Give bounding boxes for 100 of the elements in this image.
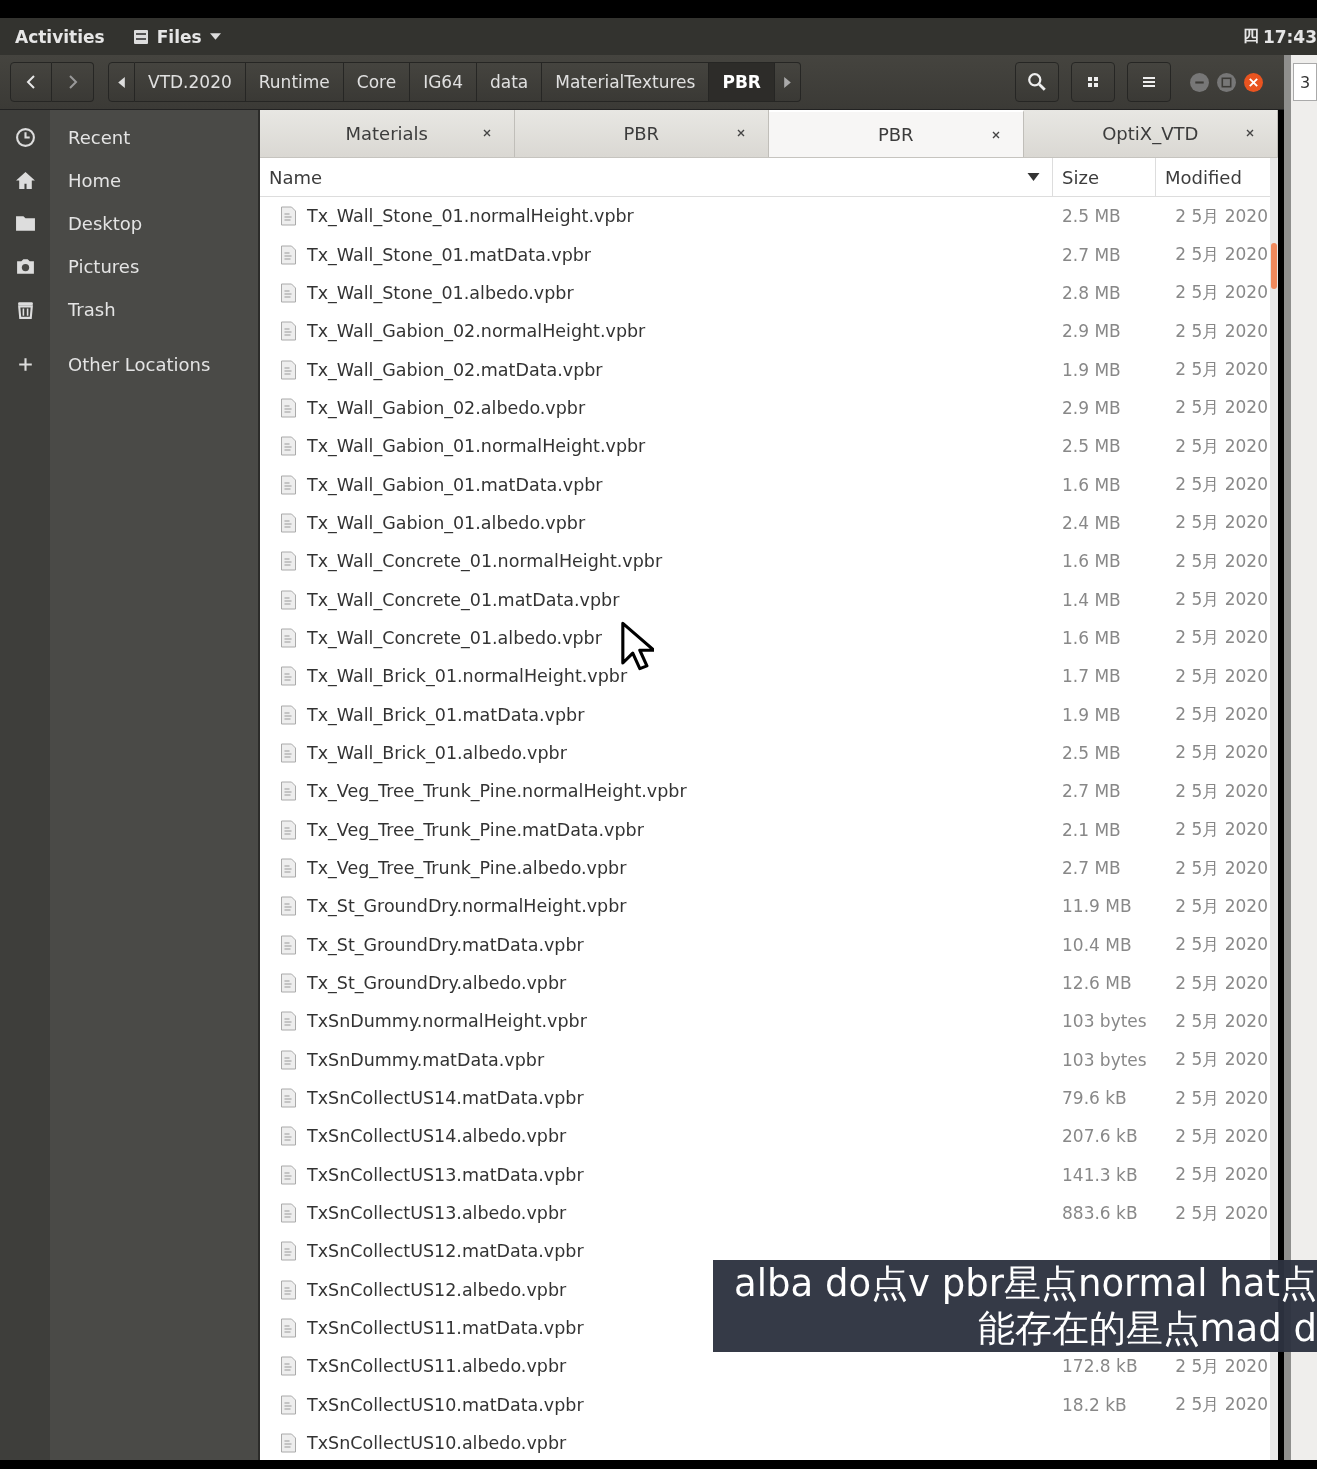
file-name[interactable]: Tx_St_GroundDry.normalHeight.vpbr [307,896,627,917]
file-size: 2.9 MB [1062,321,1121,342]
path-scroll-right-button[interactable] [774,62,801,102]
file-size: 2.9 MB [1062,397,1121,418]
file-size: 2.7 MB [1062,858,1121,878]
file-name[interactable]: Tx_Wall_Brick_01.normalHeight.vpbr [307,666,628,687]
file-size: 1.9 MB [1062,359,1121,380]
sidebar-item[interactable]: Desktop [0,202,258,245]
file-name[interactable]: Tx_Wall_Stone_01.normalHeight.vpbr [307,206,634,227]
sort-arrow-icon [1027,173,1040,181]
file-name[interactable]: Tx_Wall_Brick_01.matData.vpbr [307,704,585,725]
file-name[interactable]: Tx_Veg_Tree_Trunk_Pine.normalHeight.vpbr [307,781,687,802]
file-name[interactable]: Tx_Wall_Concrete_01.matData.vpbr [307,589,620,610]
tab[interactable]: PBR [769,110,1024,157]
file-name[interactable]: TxSnCollectUS12.matData.vpbr [307,1241,584,1262]
back-button[interactable] [10,62,52,102]
file-name[interactable]: Tx_Veg_Tree_Trunk_Pine.albedo.vpbr [307,858,627,878]
tab[interactable]: PBR [514,110,769,157]
file-size: 10.4 MB [1062,934,1132,955]
tab[interactable]: OptiX_VTD [1023,110,1278,157]
file-name[interactable]: Tx_Wall_Brick_01.albedo.vpbr [307,743,567,763]
file-name[interactable]: TxSnCollectUS13.matData.vpbr [307,1164,584,1185]
file-name[interactable]: TxSnCollectUS14.matData.vpbr [307,1088,584,1109]
file-modified-date: 2 5月 2020 [1175,205,1268,226]
close-button[interactable] [1243,71,1264,93]
view-toggle-button[interactable] [1071,62,1115,102]
file-name[interactable]: Tx_Wall_Stone_01.matData.vpbr [307,244,592,265]
file-name[interactable]: Tx_Wall_Gabion_01.matData.vpbr [307,474,603,495]
file-name[interactable]: TxSnCollectUS10.albedo.vpbr [307,1433,567,1454]
file-icon [280,1433,297,1454]
clock[interactable]: 17:43 [1262,26,1317,47]
file-name[interactable]: Tx_Veg_Tree_Trunk_Pine.matData.vpbr [307,819,644,840]
file-size: 1.6 MB [1062,627,1121,648]
name-column-header[interactable]: Name [260,158,1053,196]
file-icon [280,934,297,955]
camera-icon [14,256,36,277]
workspace-label[interactable]: 3 [1293,63,1317,101]
path-scroll-left-button[interactable] [108,62,135,102]
menu-button[interactable] [1127,62,1171,102]
activities-button[interactable]: Activities [15,26,105,47]
sidebar-item[interactable]: Pictures [0,245,258,288]
close-tab-icon[interactable] [990,130,1001,140]
file-name[interactable]: Tx_St_GroundDry.matData.vpbr [307,934,584,955]
path-crumb[interactable]: data [477,62,543,102]
file-name[interactable]: TxSnDummy.matData.vpbr [307,1049,545,1070]
file-name[interactable]: TxSnCollectUS13.albedo.vpbr [307,1203,567,1224]
file-icon [280,781,297,802]
search-button[interactable] [1015,62,1059,102]
sidebar-item[interactable]: Home [0,159,258,202]
file-modified-date: 2 5月 2020 [1175,1125,1268,1146]
file-name[interactable]: TxSnCollectUS11.matData.vpbr [307,1318,584,1339]
file-name[interactable]: Tx_Wall_Concrete_01.albedo.vpbr [307,627,602,648]
sidebar-item[interactable]: Trash [0,288,258,331]
file-name[interactable]: TxSnCollectUS12.albedo.vpbr [307,1279,567,1300]
file-size: 18.2 kB [1062,1394,1127,1415]
file-icon [280,743,297,763]
file-name[interactable]: Tx_Wall_Gabion_01.albedo.vpbr [307,512,586,533]
file-name[interactable]: Tx_Wall_Gabion_01.normalHeight.vpbr [307,436,646,457]
path-crumb[interactable]: Runtime [245,62,344,102]
file-name[interactable]: TxSnCollectUS11.albedo.vpbr [307,1356,567,1377]
path-crumb[interactable]: IG64 [410,62,477,102]
file-name[interactable]: TxSnCollectUS14.albedo.vpbr [307,1126,567,1147]
file-name[interactable]: Tx_Wall_Gabion_02.matData.vpbr [307,359,603,380]
close-tab-icon[interactable] [736,128,746,138]
minimize-button[interactable] [1189,71,1210,93]
file-size: 207.6 kB [1062,1126,1138,1147]
modified-column-header[interactable]: Modified [1156,158,1270,196]
file-modified-date: 2 5月 2020 [1175,550,1268,571]
file-icon [280,474,297,495]
file-name[interactable]: Tx_Wall_Stone_01.albedo.vpbr [307,282,574,303]
menu-icon [1142,74,1156,90]
file-name[interactable]: Tx_Wall_Gabion_02.normalHeight.vpbr [307,321,646,342]
forward-button[interactable] [52,62,94,102]
path-crumb[interactable]: VTD.2020 [135,62,246,102]
scrollbar-thumb[interactable] [1271,243,1277,289]
maximize-button[interactable] [1216,71,1237,93]
file-icon [280,1049,297,1070]
file-icon [280,206,297,227]
close-tab-icon[interactable] [1245,128,1255,138]
file-modified-date: 2 5月 2020 [1175,397,1268,418]
file-modified-date: 2 5月 2020 [1175,665,1268,686]
file-name[interactable]: Tx_Wall_Concrete_01.normalHeight.vpbr [307,551,663,572]
input-indicator[interactable]: 四 [1242,26,1259,47]
path-crumb[interactable]: MaterialTextures [542,62,710,102]
file-icon [280,973,297,994]
sidebar-item[interactable]: Recent [0,116,258,159]
file-name[interactable]: TxSnCollectUS10.matData.vpbr [307,1394,584,1415]
file-name[interactable]: TxSnDummy.normalHeight.vpbr [307,1011,587,1032]
path-crumb[interactable]: PBR [709,62,775,102]
file-name[interactable]: Tx_St_GroundDry.albedo.vpbr [307,973,567,994]
path-crumb[interactable]: Core [343,62,411,102]
app-menu[interactable]: Files [132,26,221,47]
sidebar-item[interactable]: Other Locations [0,343,258,386]
close-tab-icon[interactable] [481,128,492,138]
file-icon [280,397,297,418]
file-icon [280,436,297,457]
size-column-header[interactable]: Size [1053,158,1156,196]
tab[interactable]: Materials [260,110,515,157]
file-name[interactable]: Tx_Wall_Gabion_02.albedo.vpbr [307,397,586,418]
file-modified-date: 2 5月 2020 [1175,934,1268,955]
